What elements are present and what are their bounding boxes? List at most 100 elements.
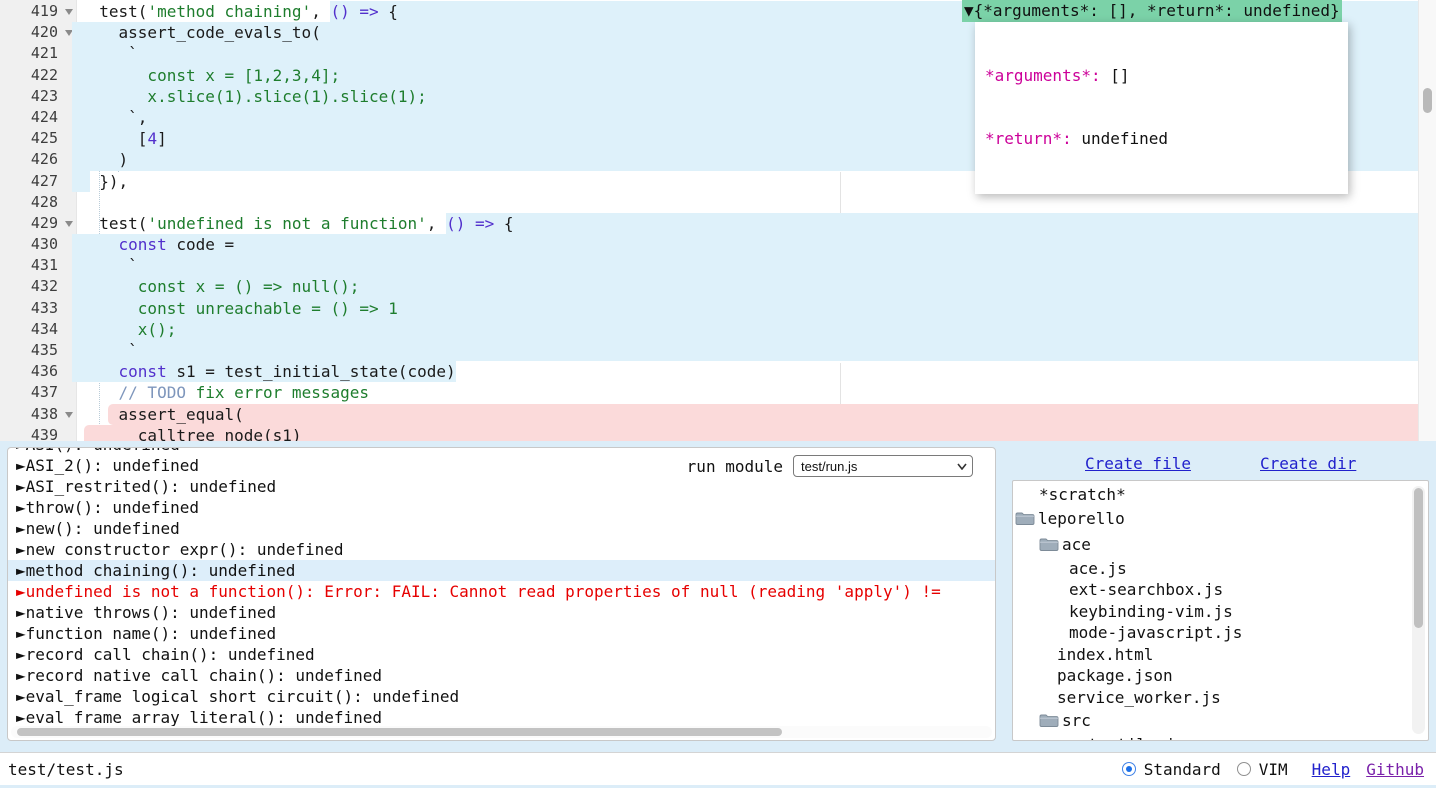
code-line[interactable]: 437 // TODO fix error messages: [0, 382, 1419, 403]
tree-file-row[interactable]: *scratch*: [1013, 484, 1428, 506]
tooltip-row[interactable]: *return*: undefined: [985, 128, 1338, 149]
editor-scrollbar-track[interactable]: [1418, 0, 1436, 441]
vim-radio[interactable]: [1237, 762, 1251, 776]
expand-arrow-icon[interactable]: ►: [16, 603, 26, 622]
line-number[interactable]: 425: [0, 128, 76, 149]
test-result-row[interactable]: ►native throws(): undefined: [8, 602, 995, 623]
code-line[interactable]: 430 const code =: [0, 234, 1419, 255]
line-number[interactable]: 420: [0, 22, 76, 43]
tree-file-row[interactable]: ast_utils.js: [1013, 734, 1428, 741]
test-result-row[interactable]: ►new constructor expr(): undefined: [8, 539, 995, 560]
line-number[interactable]: 421: [0, 43, 76, 64]
line-number[interactable]: 427: [0, 171, 76, 192]
line-number[interactable]: 424: [0, 107, 76, 128]
line-number[interactable]: 429: [0, 213, 76, 234]
results-hscrollbar-track[interactable]: [11, 726, 992, 738]
fold-arrow-icon[interactable]: [65, 9, 73, 19]
vim-radio-label[interactable]: VIM: [1259, 760, 1288, 779]
line-number[interactable]: 438: [0, 404, 76, 425]
standard-radio-label[interactable]: Standard: [1144, 760, 1221, 779]
expand-arrow-icon[interactable]: ►: [16, 456, 26, 475]
tooltip-header[interactable]: ▼{*arguments*: [], *return*: undefined}: [962, 0, 1342, 22]
eval-highlight: [72, 255, 1419, 276]
tree-folder-row[interactable]: src: [1013, 708, 1428, 734]
tree-file-row[interactable]: index.html: [1013, 644, 1428, 666]
fold-arrow-icon[interactable]: [65, 221, 73, 231]
code-line[interactable]: 435 `: [0, 340, 1419, 361]
line-number[interactable]: 419: [0, 1, 76, 22]
line-number[interactable]: 426: [0, 149, 76, 170]
fold-arrow-icon[interactable]: [65, 412, 73, 422]
test-result-row[interactable]: ►record native call chain(): undefined: [8, 665, 995, 686]
standard-radio[interactable]: [1122, 762, 1136, 776]
expand-arrow-icon[interactable]: ►: [16, 687, 26, 706]
tree-file-row[interactable]: service_worker.js: [1013, 687, 1428, 709]
test-result-row[interactable]: ►record call chain(): undefined: [8, 644, 995, 665]
code-line[interactable]: 439 calltree_node(s1): [0, 425, 1419, 441]
line-number[interactable]: 432: [0, 276, 76, 297]
line-number[interactable]: 422: [0, 65, 76, 86]
test-result-row[interactable]: ►function name(): undefined: [8, 623, 995, 644]
create-dir-link[interactable]: Create dir: [1260, 454, 1356, 473]
expand-arrow-icon[interactable]: ►: [16, 540, 26, 559]
expand-arrow-icon[interactable]: ►: [16, 477, 26, 496]
test-result-row[interactable]: ►ASI_restrited(): undefined: [8, 476, 995, 497]
line-number[interactable]: 430: [0, 234, 76, 255]
line-number[interactable]: 435: [0, 340, 76, 361]
tree-scrollbar-thumb[interactable]: [1414, 488, 1423, 628]
line-number[interactable]: 431: [0, 255, 76, 276]
editor-scrollbar-thumb[interactable]: [1423, 88, 1432, 113]
test-result-row[interactable]: ►throw(): undefined: [8, 497, 995, 518]
status-bar: test/test.js Standard VIM Help Github: [0, 752, 1436, 785]
code-line[interactable]: 432 const x = () => null();: [0, 276, 1419, 297]
tree-folder-row[interactable]: ace: [1013, 532, 1428, 558]
line-number[interactable]: 439: [0, 425, 76, 441]
line-number[interactable]: 433: [0, 298, 76, 319]
code-text: const code =: [80, 235, 234, 254]
code-text: test('method chaining', () => {: [80, 2, 398, 21]
test-result-row[interactable]: ►method chaining(): undefined: [8, 560, 995, 581]
code-line[interactable]: 431 `: [0, 255, 1419, 276]
create-file-link[interactable]: Create file: [1085, 454, 1191, 473]
test-result-row[interactable]: ►eval_frame array_literal(): undefined: [8, 707, 995, 728]
line-number[interactable]: 436: [0, 361, 76, 382]
tree-scrollbar-track[interactable]: [1412, 486, 1425, 734]
code-line[interactable]: 429 test('undefined is not a function', …: [0, 213, 1419, 234]
tree-folder-row[interactable]: leporello: [1013, 506, 1428, 532]
test-result-text: function name(): undefined: [26, 624, 276, 643]
tree-file-row[interactable]: ext-searchbox.js: [1013, 579, 1428, 601]
code-line[interactable]: 428: [0, 192, 1419, 213]
tooltip-row[interactable]: *arguments*: []: [985, 65, 1338, 86]
expand-arrow-icon[interactable]: ►: [16, 448, 26, 454]
test-result-row[interactable]: ►undefined is not a function(): Error: F…: [8, 581, 995, 602]
error-highlight: [108, 404, 1419, 425]
expand-arrow-icon[interactable]: ►: [16, 624, 26, 643]
line-number[interactable]: 423: [0, 86, 76, 107]
expand-arrow-icon[interactable]: ►: [16, 708, 26, 727]
expand-arrow-icon[interactable]: ►: [16, 666, 26, 685]
code-line[interactable]: 433 const unreachable = () => 1: [0, 298, 1419, 319]
expand-arrow-icon[interactable]: ►: [16, 561, 26, 580]
test-result-row[interactable]: ►eval_frame logical short circuit(): und…: [8, 686, 995, 707]
help-link[interactable]: Help: [1312, 760, 1351, 779]
run-module-select[interactable]: test/run.js: [793, 455, 973, 477]
expand-arrow-icon[interactable]: ►: [16, 582, 26, 601]
line-number[interactable]: 434: [0, 319, 76, 340]
line-number[interactable]: 437: [0, 382, 76, 403]
tree-file-row[interactable]: package.json: [1013, 665, 1428, 687]
test-result-row[interactable]: ►new(): undefined: [8, 518, 995, 539]
code-line[interactable]: 434 x();: [0, 319, 1419, 340]
expand-arrow-icon[interactable]: ►: [16, 645, 26, 664]
code-line[interactable]: 438 assert_equal(: [0, 404, 1419, 425]
tree-file-row[interactable]: keybinding-vim.js: [1013, 601, 1428, 623]
github-link[interactable]: Github: [1366, 760, 1424, 779]
tree-file-row[interactable]: ace.js: [1013, 558, 1428, 580]
code-line[interactable]: 436 const s1 = test_initial_state(code): [0, 361, 1419, 382]
test-result-row-clipped[interactable]: ►ASI(): undefined: [8, 448, 995, 455]
line-number[interactable]: 428: [0, 192, 76, 213]
expand-arrow-icon[interactable]: ►: [16, 498, 26, 517]
tree-file-row[interactable]: mode-javascript.js: [1013, 622, 1428, 644]
code-text: `: [80, 44, 138, 63]
expand-arrow-icon[interactable]: ►: [16, 519, 26, 538]
results-hscrollbar-thumb[interactable]: [17, 728, 782, 736]
